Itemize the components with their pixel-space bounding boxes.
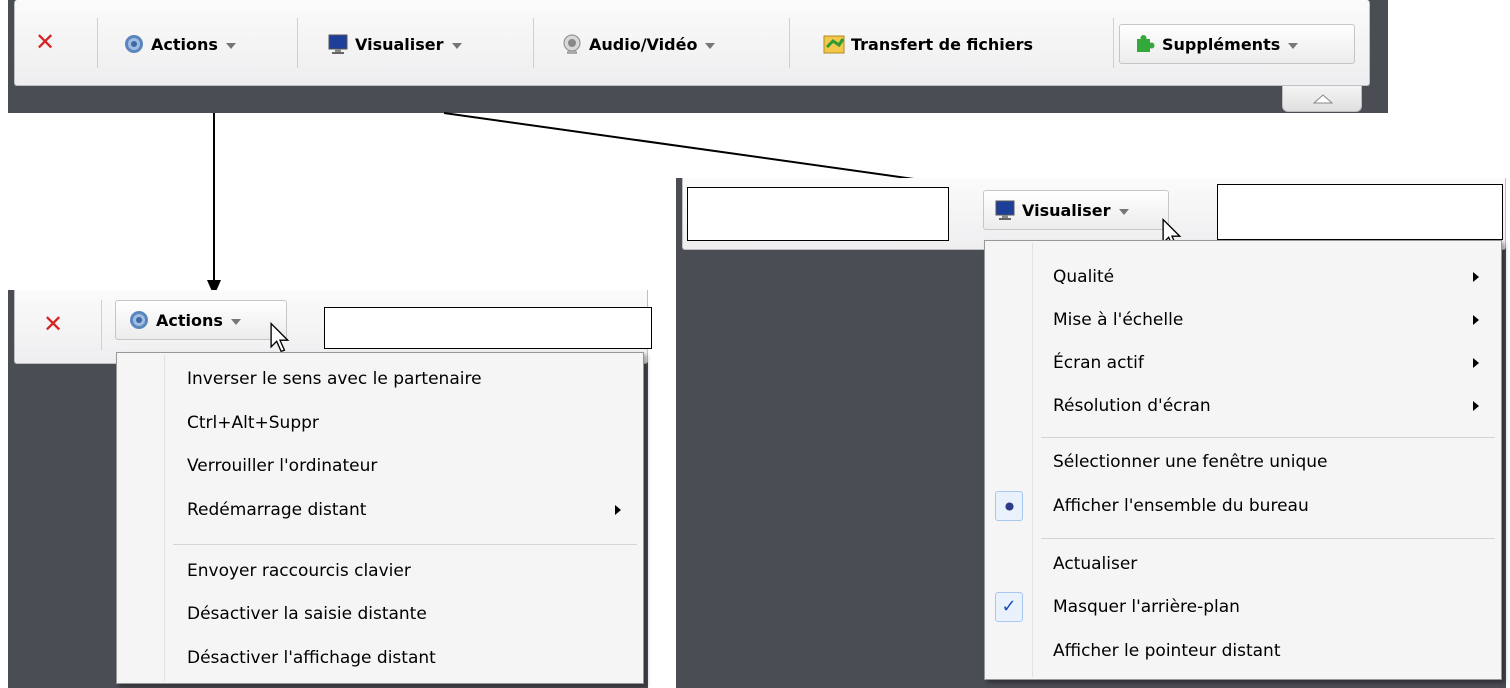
actions-menu-button[interactable]: Actions (123, 24, 236, 64)
chevron-down-icon (1118, 208, 1129, 215)
menu-item-label: Afficher le pointeur distant (1053, 641, 1281, 661)
actions-label: Actions (156, 310, 223, 330)
separator (97, 18, 98, 68)
menu-item-mise-a-echelle[interactable]: Mise à l'échelle (985, 300, 1501, 340)
chevron-down-icon (225, 42, 236, 49)
chevron-down-icon (451, 42, 462, 49)
arrow-to-visualiser (443, 112, 965, 187)
menu-item-label: Qualité (1053, 267, 1115, 287)
menu-item-redemarrage[interactable]: Redémarrage distant (117, 490, 643, 530)
menu-item-label: Verrouiller l'ordinateur (187, 456, 378, 476)
separator (297, 18, 298, 68)
submenu-arrow-icon (615, 505, 621, 515)
redacted-box (1217, 184, 1503, 240)
menu-item-afficher-pointeur[interactable]: Afficher le pointeur distant (985, 631, 1501, 671)
visualiser-menu-button[interactable]: Visualiser (327, 24, 462, 64)
menu-item-label: Actualiser (1053, 554, 1138, 574)
file-transfer-icon (823, 35, 845, 54)
menu-item-label: Inverser le sens avec le partenaire (187, 369, 482, 389)
menu-item-ctrl-alt-suppr[interactable]: Ctrl+Alt+Suppr (117, 403, 643, 443)
chevron-down-icon (1288, 42, 1299, 49)
visualiser-dropdown-menu: Qualité Mise à l'échelle Écran actif Rés… (984, 240, 1502, 680)
visualiser-label: Visualiser (355, 34, 444, 54)
submenu-arrow-icon (1473, 315, 1479, 325)
menu-separator (173, 544, 637, 545)
puzzle-icon (1137, 35, 1155, 52)
checkmark-icon: ✓ (1001, 596, 1017, 617)
menu-separator (1041, 538, 1495, 539)
collapse-up-icon (1313, 94, 1333, 104)
close-x-icon: ✕ (35, 28, 56, 56)
visualiser-menu-button[interactable]: Visualiser (983, 190, 1169, 230)
menu-item-label: Mise à l'échelle (1053, 310, 1184, 330)
monitor-icon (995, 200, 1015, 220)
menu-item-ecran-actif[interactable]: Écran actif (985, 343, 1501, 383)
radio-dot-icon (1004, 501, 1014, 511)
menu-item-desactiver-affichage[interactable]: Désactiver l'affichage distant (117, 638, 643, 678)
menu-item-verrouiller[interactable]: Verrouiller l'ordinateur (117, 446, 643, 486)
menu-item-label: Sélectionner une fenêtre unique (1053, 452, 1328, 472)
menu-item-label: Désactiver l'affichage distant (187, 648, 436, 668)
radio-selected-indicator (995, 491, 1023, 521)
menu-separator (1041, 437, 1495, 438)
menu-item-label: Écran actif (1053, 353, 1144, 373)
close-button[interactable]: ✕ (35, 22, 55, 62)
close-x-icon: ✕ (43, 310, 64, 338)
separator (789, 18, 790, 68)
menu-item-label: Afficher l'ensemble du bureau (1053, 496, 1309, 516)
monitor-icon (328, 34, 348, 54)
supplements-label: Suppléments (1162, 34, 1281, 54)
chevron-down-icon (230, 318, 241, 325)
menu-item-label: Redémarrage distant (187, 500, 367, 520)
mouse-cursor-icon (270, 322, 290, 353)
chevron-down-icon (705, 42, 716, 49)
file-transfer-button[interactable]: Transfert de fichiers (823, 24, 1033, 64)
menu-item-resolution[interactable]: Résolution d'écran (985, 386, 1501, 426)
menu-item-label: Ctrl+Alt+Suppr (187, 413, 319, 433)
menu-item-label: Désactiver la saisie distante (187, 604, 427, 624)
main-toolbar: ✕ Actions Visualiser Audio/Vidéo Transfe… (14, 0, 1370, 86)
supplements-menu-button[interactable]: Suppléments (1119, 24, 1355, 64)
visualiser-label: Visualiser (1022, 200, 1111, 220)
gear-icon (130, 311, 148, 329)
menu-item-afficher-bureau[interactable]: Afficher l'ensemble du bureau (985, 486, 1501, 526)
menu-item-masquer-arriere-plan[interactable]: ✓ Masquer l'arrière-plan (985, 587, 1501, 627)
checked-indicator: ✓ (995, 592, 1023, 622)
actions-menu-button[interactable]: Actions (115, 300, 287, 340)
menu-item-label: Envoyer raccourcis clavier (187, 561, 411, 581)
audio-video-label: Audio/Vidéo (589, 34, 698, 54)
audio-video-menu-button[interactable]: Audio/Vidéo (561, 24, 716, 64)
submenu-arrow-icon (1473, 272, 1479, 282)
menu-item-qualite[interactable]: Qualité (985, 257, 1501, 297)
actions-dropdown-menu: Inverser le sens avec le partenaire Ctrl… (116, 352, 644, 684)
separator (533, 18, 534, 68)
collapse-toolbar-tab[interactable] (1282, 86, 1362, 112)
gear-icon (125, 35, 143, 53)
menu-item-desactiver-saisie[interactable]: Désactiver la saisie distante (117, 594, 643, 634)
menu-item-actualiser[interactable]: Actualiser (985, 544, 1501, 584)
redacted-box (324, 307, 652, 349)
menu-item-envoyer-raccourcis[interactable]: Envoyer raccourcis clavier (117, 551, 643, 591)
submenu-arrow-icon (1473, 358, 1479, 368)
menu-item-inverser[interactable]: Inverser le sens avec le partenaire (117, 359, 643, 399)
separator (1113, 18, 1114, 68)
redacted-box (687, 187, 949, 241)
close-button[interactable]: ✕ (43, 304, 63, 344)
menu-item-label: Masquer l'arrière-plan (1053, 597, 1240, 617)
menu-item-selectionner-fenetre[interactable]: Sélectionner une fenêtre unique (985, 442, 1501, 482)
submenu-arrow-icon (1473, 401, 1479, 411)
file-transfer-label: Transfert de fichiers (851, 34, 1034, 54)
webcam-icon (563, 34, 581, 54)
separator (101, 300, 102, 350)
actions-label: Actions (151, 34, 218, 54)
menu-item-label: Résolution d'écran (1053, 396, 1211, 416)
